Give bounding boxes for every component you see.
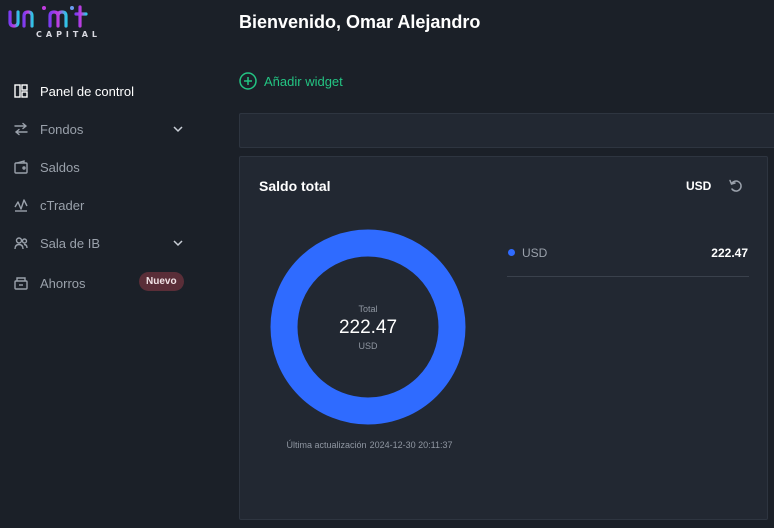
sidebar-item-ctrader[interactable]: cTrader	[0, 186, 200, 224]
legend-name: USD	[522, 246, 548, 260]
sidebar-item-label: Panel de control	[40, 83, 134, 99]
donut-total-value: 222.47	[338, 316, 398, 338]
last-update-value: 2024-12-30 20:11:37	[369, 440, 453, 450]
currency-selector[interactable]: USD	[686, 179, 711, 193]
donut-center: Total 222.47 USD	[270, 229, 466, 425]
page-title: Bienvenido, Omar Alejandro	[239, 12, 481, 32]
sidebar-item-sala-de-ib[interactable]: Sala de IB	[0, 224, 200, 262]
sidebar: CAPITAL Panel de control Fondos Saldos c…	[0, 0, 200, 528]
card-title: Saldo total	[259, 178, 331, 194]
logo-wordmark-icon	[8, 5, 88, 28]
sidebar-item-label: Fondos	[40, 121, 84, 137]
legend-value: 222.47	[711, 246, 748, 260]
brand-logo[interactable]: CAPITAL	[6, 4, 110, 40]
sidebar-item-label: Ahorros	[40, 275, 86, 291]
plus-circle-icon	[239, 72, 257, 90]
sidebar-item-label: Sala de IB	[40, 235, 100, 251]
sidebar-item-label: Saldos	[40, 159, 80, 175]
chevron-down-icon[interactable]	[172, 123, 184, 135]
sidebar-nav: Panel de control Fondos Saldos cTrader S…	[0, 72, 200, 304]
add-widget-label: Añadir widget	[264, 73, 343, 89]
sidebar-item-fondos[interactable]: Fondos	[0, 110, 200, 148]
last-update: Última actualización 2024-12-30 20:11:37	[240, 440, 496, 450]
savings-icon	[14, 276, 28, 290]
donut-unit: USD	[358, 340, 378, 351]
users-icon	[14, 236, 28, 250]
last-update-label: Última actualización	[286, 440, 367, 450]
refresh-icon[interactable]	[728, 178, 744, 194]
chart-icon	[14, 198, 28, 212]
wallet-icon	[14, 160, 28, 174]
widget-strip	[239, 113, 774, 148]
sidebar-item-panel-de-control[interactable]: Panel de control	[0, 72, 200, 110]
new-badge: Nuevo	[139, 272, 184, 291]
add-widget-button[interactable]: Añadir widget	[239, 72, 343, 90]
legend-dot	[508, 249, 515, 256]
chevron-down-icon[interactable]	[172, 237, 184, 249]
sidebar-item-label: cTrader	[40, 197, 85, 213]
legend-row-usd[interactable]: USD 222.47	[507, 241, 749, 277]
transfer-icon	[14, 122, 28, 136]
sidebar-item-saldos[interactable]: Saldos	[0, 148, 200, 186]
dashboard-icon	[14, 84, 28, 98]
total-balance-card: Saldo total USD Total 222.47 USD Última …	[239, 156, 768, 520]
donut-total-label: Total	[358, 303, 378, 314]
sidebar-item-ahorros[interactable]: Ahorros Nuevo	[0, 262, 200, 304]
logo-subtitle: CAPITAL	[36, 30, 102, 39]
